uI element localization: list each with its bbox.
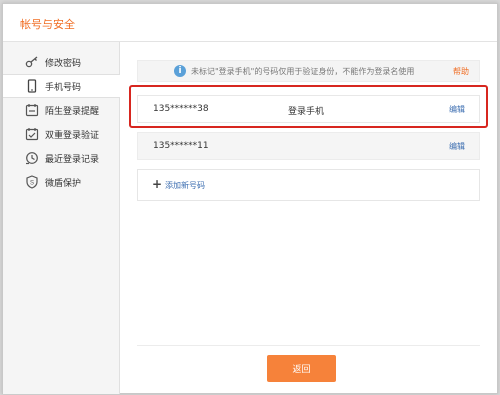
sidebar-item-unknown-login-alert[interactable]: 陌生登录提醒 (3, 98, 119, 122)
phone-number: 135******38 (153, 104, 209, 114)
login-phone-tag: 登录手机 (288, 107, 325, 117)
sidebar-item-label: 陌生登录提醒 (45, 106, 100, 117)
sidebar-item-phone-number[interactable]: 手机号码 (3, 74, 120, 98)
sidebar: 修改密码 手机号码 陌生登录提醒 双重登录验证 最近登录记录 S 微盾保护 (3, 42, 120, 394)
notice-bar: i 未标记"登录手机"的号码仅用于验证身份，不能作为登录名使用 帮助 (137, 60, 480, 82)
main-content: i 未标记"登录手机"的号码仅用于验证身份，不能作为登录名使用 帮助 135**… (120, 42, 497, 394)
sidebar-item-label: 双重登录验证 (45, 130, 100, 141)
sidebar-item-label: 手机号码 (45, 82, 82, 93)
svg-text:S: S (30, 181, 34, 187)
shield-icon: S (25, 175, 39, 189)
info-icon: i (174, 65, 186, 77)
window-title: 帐号与安全 (20, 18, 75, 31)
history-icon (25, 151, 39, 165)
sidebar-item-shield-protect[interactable]: S 微盾保护 (3, 170, 119, 194)
sidebar-item-recent-logins[interactable]: 最近登录记录 (3, 146, 119, 170)
edit-button[interactable]: 编辑 (449, 104, 465, 115)
alert-icon (25, 103, 39, 117)
phone-icon (25, 79, 39, 93)
add-phone-label: 添加新号码 (165, 181, 205, 190)
phone-row-secondary: 135******11 编辑 (137, 132, 480, 160)
sidebar-item-label: 修改密码 (45, 58, 82, 69)
phone-number: 135******11 (153, 141, 209, 151)
title-bar: 帐号与安全 (3, 4, 497, 42)
edit-button[interactable]: 编辑 (449, 141, 465, 152)
key-icon (25, 55, 39, 69)
plus-icon: + (152, 177, 163, 191)
account-security-window: 帐号与安全 修改密码 手机号码 陌生登录提醒 双重登录验证 最近登录记录 S 微… (2, 3, 498, 394)
sidebar-item-two-step-verify[interactable]: 双重登录验证 (3, 122, 119, 146)
sidebar-item-label: 最近登录记录 (45, 154, 100, 165)
return-button[interactable]: 返回 (267, 355, 336, 382)
phone-row-login: 135******38 登录手机 编辑 (137, 95, 480, 123)
help-link[interactable]: 帮助 (453, 66, 469, 77)
sidebar-item-label: 微盾保护 (45, 178, 82, 189)
notice-text: 未标记"登录手机"的号码仅用于验证身份，不能作为登录名使用 (191, 67, 415, 76)
sidebar-item-change-password[interactable]: 修改密码 (3, 50, 119, 74)
verify-icon (25, 127, 39, 141)
divider (137, 345, 480, 346)
add-phone-button[interactable]: + 添加新号码 (137, 169, 480, 201)
